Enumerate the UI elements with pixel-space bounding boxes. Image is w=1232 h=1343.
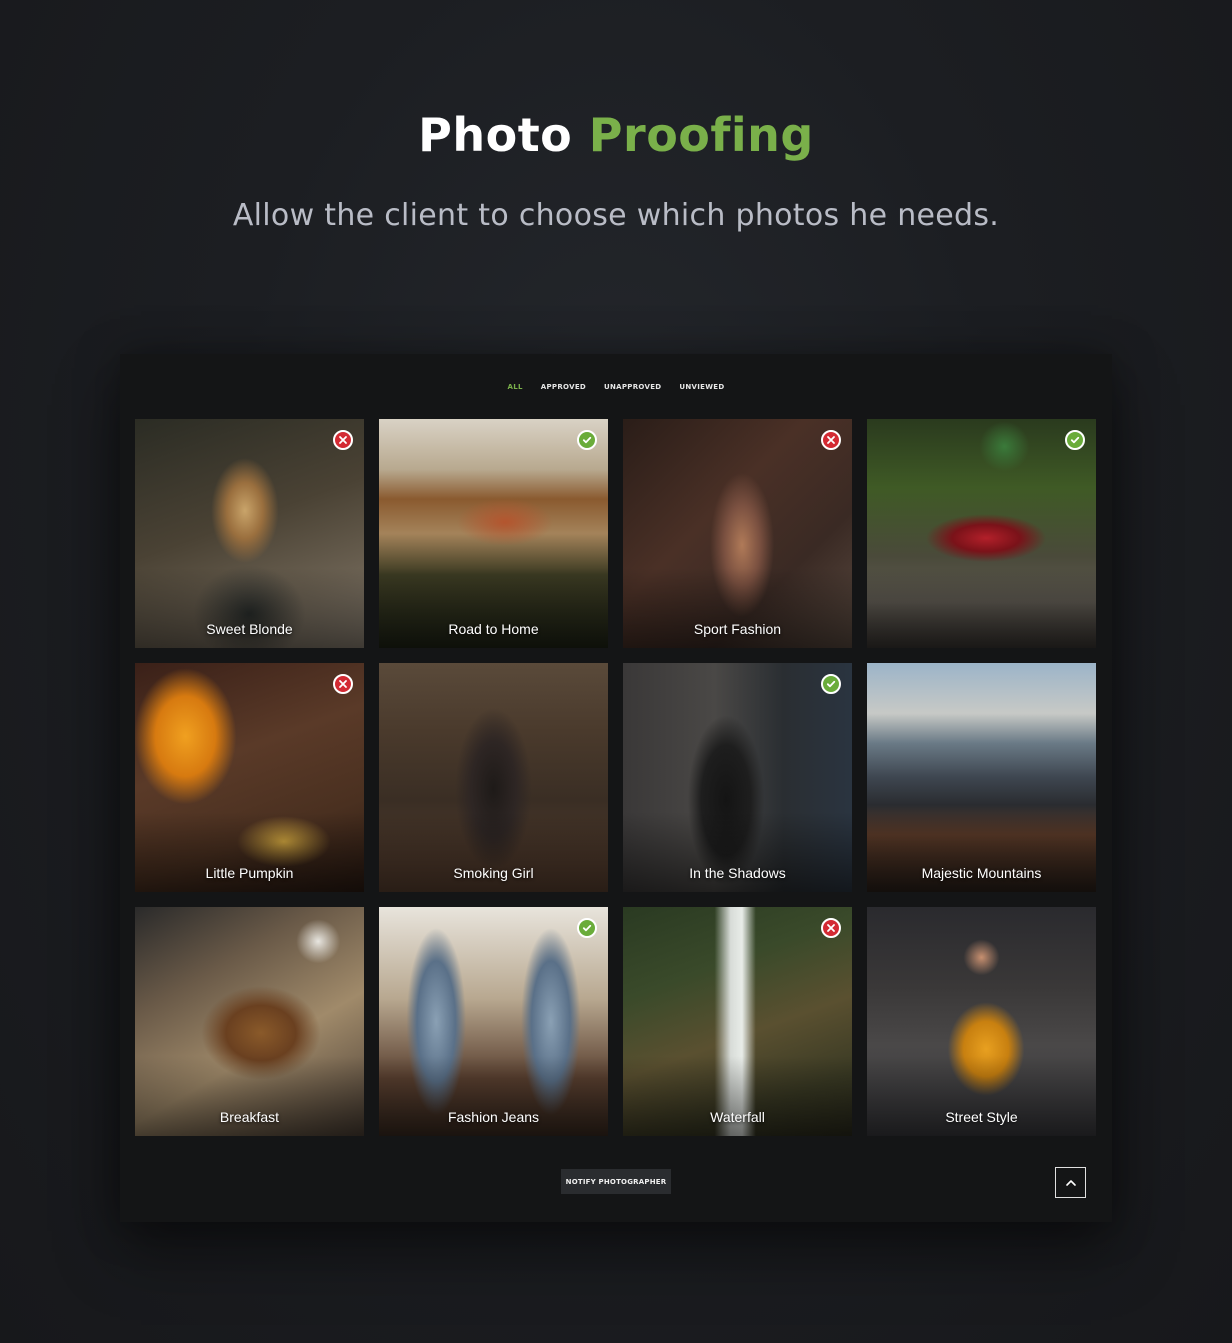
- status-badge-approved[interactable]: [1065, 430, 1085, 450]
- photo-tile-street-style[interactable]: Street Style: [867, 907, 1096, 1136]
- filter-tab-unapproved[interactable]: UNAPPROVED: [604, 381, 661, 393]
- photo-caption: Waterfall: [710, 1109, 765, 1125]
- photo-tile-red-car[interactable]: [867, 419, 1096, 648]
- photo-tile-sweet-blonde[interactable]: Sweet Blonde: [135, 419, 364, 648]
- page-title: Photo Proofing: [0, 108, 1232, 162]
- photo-tile-fashion-jeans[interactable]: Fashion Jeans: [379, 907, 608, 1136]
- scroll-to-top-button[interactable]: [1055, 1167, 1086, 1198]
- status-badge-approved[interactable]: [821, 674, 841, 694]
- check-icon: [582, 436, 592, 444]
- status-badge-approved[interactable]: [577, 430, 597, 450]
- chevron-up-icon: [1065, 1179, 1076, 1186]
- photo-tile-in-the-shadows[interactable]: In the Shadows: [623, 663, 852, 892]
- check-icon: [1070, 436, 1080, 444]
- check-icon: [582, 924, 592, 932]
- photo-grid: Sweet Blonde Road to Home Sport Fashion: [135, 419, 1096, 1136]
- photo-caption: Sweet Blonde: [206, 621, 293, 637]
- proofing-gallery-panel: ALL APPROVED UNAPPROVED UNVIEWED Sweet B…: [120, 354, 1112, 1222]
- photo-tile-sport-fashion[interactable]: Sport Fashion: [623, 419, 852, 648]
- photo-caption: Sport Fashion: [693, 621, 782, 637]
- photo-caption: Road to Home: [448, 621, 539, 637]
- x-icon: [827, 924, 835, 932]
- photo-caption: Little Pumpkin: [205, 865, 294, 881]
- x-icon: [339, 680, 347, 688]
- status-badge-rejected[interactable]: [821, 918, 841, 938]
- filter-tab-approved[interactable]: APPROVED: [541, 381, 586, 393]
- filter-bar: ALL APPROVED UNAPPROVED UNVIEWED: [120, 381, 1112, 393]
- photo-tile-road-to-home[interactable]: Road to Home: [379, 419, 608, 648]
- status-badge-approved[interactable]: [577, 918, 597, 938]
- photo-caption: Street Style: [945, 1109, 1018, 1125]
- photo-caption: Breakfast: [219, 1109, 280, 1125]
- photo-tile-majestic-mountains[interactable]: Majestic Mountains: [867, 663, 1096, 892]
- photo-tile-smoking-girl[interactable]: Smoking Girl: [379, 663, 608, 892]
- photo-caption: Majestic Mountains: [921, 865, 1042, 881]
- status-badge-rejected[interactable]: [333, 674, 353, 694]
- status-badge-rejected[interactable]: [333, 430, 353, 450]
- filter-tab-unviewed[interactable]: UNVIEWED: [679, 381, 724, 393]
- page-subtitle: Allow the client to choose which photos …: [232, 198, 1000, 233]
- check-icon: [826, 680, 836, 688]
- photo-tile-little-pumpkin[interactable]: Little Pumpkin: [135, 663, 364, 892]
- page-title-main: Photo: [418, 108, 573, 162]
- page-title-accent: Proofing: [588, 108, 814, 162]
- filter-tab-all[interactable]: ALL: [508, 381, 523, 393]
- caption-shade: [867, 568, 1096, 648]
- photo-caption: Smoking Girl: [453, 865, 534, 881]
- notify-photographer-button[interactable]: NOTIFY PHOTOGRAPHER: [561, 1169, 671, 1194]
- photo-tile-waterfall[interactable]: Waterfall: [623, 907, 852, 1136]
- photo-caption: In the Shadows: [689, 865, 786, 881]
- x-icon: [827, 436, 835, 444]
- photo-tile-breakfast[interactable]: Breakfast: [135, 907, 364, 1136]
- x-icon: [339, 436, 347, 444]
- status-badge-rejected[interactable]: [821, 430, 841, 450]
- photo-caption: Fashion Jeans: [447, 1109, 540, 1125]
